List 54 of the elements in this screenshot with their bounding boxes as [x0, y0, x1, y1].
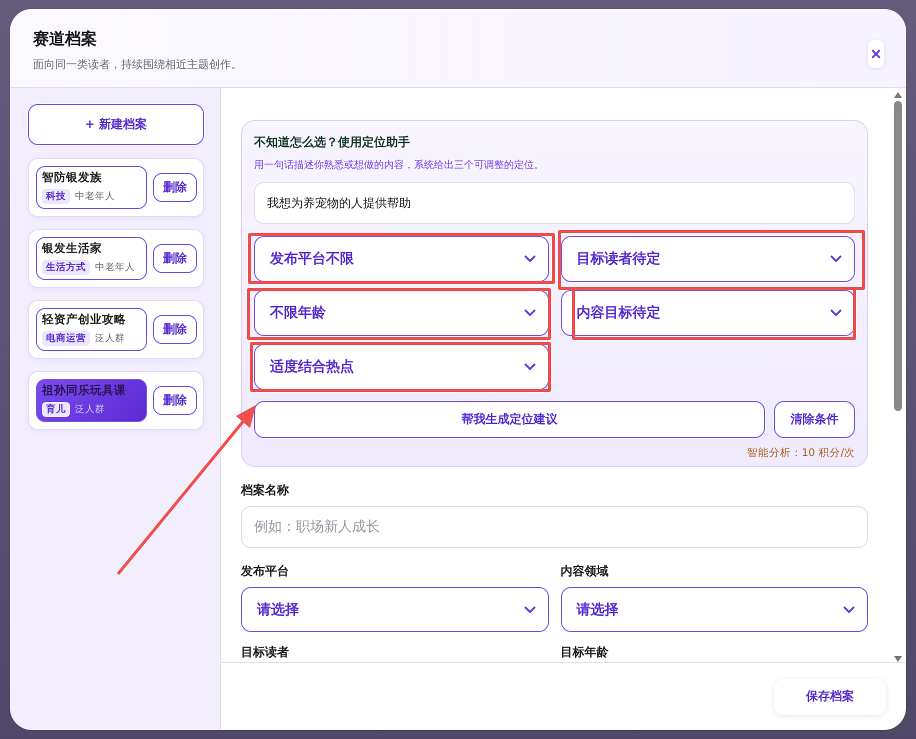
clear-button[interactable]: 清除条件	[774, 401, 855, 438]
cost-note: 智能分析：10 积分/次	[746, 446, 855, 460]
chevron-down-icon	[524, 363, 536, 371]
audience-label: 泛人群	[75, 403, 105, 416]
profile-item[interactable]: 银发生活家 生活方式 中老年人	[36, 237, 147, 280]
category-tag: 育儿	[42, 402, 70, 417]
new-profile-button[interactable]: + 新建档案	[28, 104, 204, 145]
delete-button[interactable]: 删除	[153, 386, 197, 415]
profile-item[interactable]: 祖孙同乐玩具课 育儿 泛人群	[36, 379, 147, 422]
scrollbar[interactable]	[893, 92, 903, 662]
chevron-down-icon	[524, 255, 536, 263]
assistant-hint: 用一句话描述你熟悉或想做的内容，系统给出三个可调整的定位。	[254, 158, 545, 172]
select-dropdown[interactable]: 内容目标待定	[560, 290, 855, 336]
select-dropdown[interactable]: 不限年龄	[254, 290, 548, 336]
category-tag: 生活方式	[42, 260, 90, 275]
profile-name: 轻资产创业攻略	[42, 312, 127, 327]
select-dropdown[interactable]: 目标读者待定	[560, 236, 855, 282]
select-dropdown[interactable]: 适度结合热点	[254, 344, 548, 390]
profile-item[interactable]: 智防银发族 科技 中老年人	[36, 166, 147, 209]
scroll-up-icon[interactable]	[894, 92, 902, 98]
dialog-subtitle: 面向同一类读者，持续围绕相近主题创作。	[33, 57, 242, 72]
field-label: 目标读者	[241, 644, 290, 661]
audience-label: 泛人群	[95, 332, 125, 345]
audience-label: 中老年人	[95, 261, 135, 274]
close-button[interactable]: ×	[868, 40, 884, 68]
profile-name: 智防银发族	[42, 170, 103, 185]
chevron-down-icon	[524, 606, 536, 614]
save-button[interactable]: 保存档案	[774, 678, 886, 714]
category-tag: 电商运营	[42, 331, 90, 346]
chevron-down-icon	[830, 255, 842, 263]
scroll-down-icon[interactable]	[894, 656, 902, 662]
field-label: 档案名称	[241, 482, 290, 499]
category-tag: 科技	[42, 189, 70, 204]
dialog-title: 赛道档案	[33, 29, 98, 50]
audience-label: 中老年人	[75, 190, 115, 203]
profile-item[interactable]: 轻资产创业攻略 电商运营 泛人群	[36, 308, 147, 351]
select-dropdown[interactable]: 请选择	[560, 587, 868, 632]
chevron-down-icon	[843, 606, 855, 614]
profile-name-input[interactable]: 例如：职场新人成长	[241, 506, 868, 548]
field-label: 发布平台	[241, 563, 290, 580]
field-label: 内容领域	[560, 563, 610, 580]
delete-button[interactable]: 删除	[153, 315, 197, 344]
chevron-down-icon	[524, 309, 536, 317]
profile-name: 银发生活家	[42, 241, 103, 256]
generate-button[interactable]: 帮我生成定位建议	[254, 401, 765, 438]
profile-name: 祖孙同乐玩具课	[42, 383, 127, 398]
field-label: 目标年龄	[560, 644, 610, 661]
chevron-down-icon	[830, 309, 842, 317]
assistant-title: 不知道怎么选？使用定位助手	[254, 134, 411, 151]
delete-button[interactable]: 删除	[153, 244, 197, 273]
select-dropdown[interactable]: 发布平台不限	[254, 236, 548, 282]
description-input[interactable]: 我想为养宠物的人提供帮助	[254, 182, 855, 224]
delete-button[interactable]: 删除	[153, 173, 197, 202]
select-dropdown[interactable]: 请选择	[241, 587, 548, 632]
